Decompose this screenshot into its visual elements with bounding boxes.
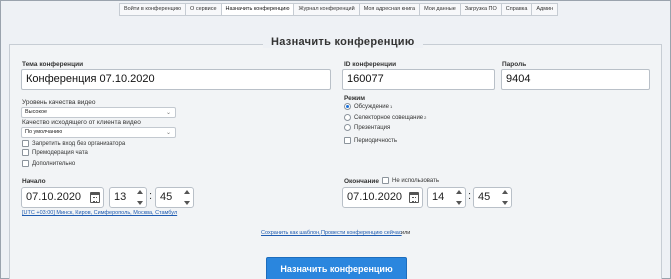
end-label: Окончание (344, 178, 380, 185)
checkbox[interactable] (22, 140, 29, 147)
mode-option-discussion[interactable]: Обсуждение 1 (344, 103, 392, 110)
start-date-value: 07.10.2020 (26, 191, 82, 203)
checkbox[interactable] (22, 160, 29, 167)
topic-input[interactable]: Конференция 07.10.2020 (21, 69, 331, 90)
time-separator: : (149, 190, 153, 202)
mode-label: Режим (344, 95, 366, 102)
client-video-quality-select[interactable]: По умолчанию ⌄ (21, 127, 176, 138)
spinner-icon[interactable] (183, 190, 191, 205)
or-text: или (401, 230, 411, 236)
video-quality-label: Уровень качества видео (22, 99, 96, 106)
tab-schedule[interactable]: Назначить конференцию (220, 3, 294, 16)
top-nav: Войти в конференцию О сервисе Назначить … (119, 3, 559, 16)
start-hour-stepper[interactable]: 13 (109, 187, 147, 208)
end-not-use-option[interactable]: Не использовать (382, 177, 439, 184)
tab-help[interactable]: Справка (500, 3, 532, 16)
tab-about[interactable]: О сервисе (185, 3, 221, 16)
tab-my-data[interactable]: Мои данные (419, 3, 460, 16)
page-title: Назначить конференцию (263, 36, 423, 48)
client-video-quality-value: По умолчанию (25, 129, 63, 135)
end-not-use-label: Не использовать (392, 177, 439, 184)
mode-option-label: Презентация (354, 124, 391, 131)
conference-id-label: ID конференции (344, 61, 397, 68)
additional-label: Дополнительно (32, 160, 76, 167)
start-minute-stepper[interactable]: 45 (155, 187, 194, 208)
mode-option-selector[interactable]: Селекторное совещание 2 (344, 114, 426, 121)
end-minute-stepper[interactable]: 45 (473, 187, 512, 208)
no-organizer-option[interactable]: Запретить вход без организатора (22, 140, 125, 147)
client-video-quality-label: Качество исходящего от клиента видео (22, 119, 141, 126)
video-quality-value: Высокое (25, 109, 48, 115)
calendar-icon[interactable] (90, 192, 100, 203)
tab-admin[interactable]: Админ (531, 3, 559, 16)
additional-option[interactable]: Дополнительно (22, 160, 75, 167)
topic-label: Тема конференции (22, 61, 84, 68)
tab-journal[interactable]: Журнал конференций (293, 3, 359, 16)
mode-option-presentation[interactable]: Презентация (344, 124, 390, 131)
chevron-down-icon: ⌄ (165, 110, 171, 116)
end-date-input[interactable]: 07.10.2020 (342, 187, 423, 208)
schedule-conference-button[interactable]: Назначить конференцию (266, 257, 407, 279)
password-input[interactable]: 9404 (501, 69, 650, 90)
footnote-mark: 1 (389, 104, 393, 109)
checkbox[interactable] (344, 137, 351, 144)
start-hour-value: 13 (114, 191, 127, 203)
radio-button[interactable] (344, 124, 351, 131)
save-template-link[interactable]: Сохранить как шаблон, (261, 230, 321, 236)
radio-button[interactable] (344, 103, 351, 110)
tab-download[interactable]: Загрузка ПО (459, 3, 501, 16)
end-minute-value: 45 (478, 191, 491, 203)
end-date-value: 07.10.2020 (347, 191, 403, 203)
time-separator: : (468, 190, 472, 202)
start-date-input[interactable]: 07.10.2020 (21, 187, 104, 208)
timezone-link[interactable]: [UTC +03:00] Минск, Киров, Симферополь, … (22, 210, 177, 216)
tab-join[interactable]: Войти в конференцию (119, 3, 186, 16)
periodicity-label: Периодичность (354, 137, 398, 144)
spinner-icon[interactable] (455, 190, 463, 205)
chat-moderation-label: Премодерация чата (32, 149, 88, 156)
no-organizer-label: Запретить вход без организатора (32, 140, 126, 147)
footnote-mark: 2 (424, 115, 427, 120)
password-label: Пароль (502, 61, 527, 68)
tab-address-book[interactable]: Моя адресная книга (358, 3, 420, 16)
spinner-icon[interactable] (501, 190, 509, 205)
end-hour-stepper[interactable]: 14 (427, 187, 466, 208)
spinner-icon[interactable] (136, 190, 144, 205)
conference-id-input[interactable]: 160077 (342, 69, 495, 90)
start-minute-value: 45 (160, 191, 173, 203)
run-now-link[interactable]: Провести конференцию сейчас (321, 230, 402, 236)
periodicity-option[interactable]: Периодичность (344, 137, 397, 144)
app-window: Войти в конференцию О сервисе Назначить … (0, 0, 671, 279)
end-hour-value: 14 (432, 191, 445, 203)
start-label: Начало (22, 178, 46, 185)
video-quality-select[interactable]: Высокое ⌄ (21, 107, 176, 118)
checkbox[interactable] (382, 177, 389, 184)
mode-option-label: Селекторное совещание (354, 114, 424, 121)
mode-option-label: Обсуждение (354, 103, 389, 110)
chat-moderation-option[interactable]: Премодерация чата (22, 149, 88, 156)
chevron-down-icon: ⌄ (165, 130, 171, 136)
calendar-icon[interactable] (409, 192, 419, 203)
radio-button[interactable] (344, 114, 351, 121)
checkbox[interactable] (22, 149, 29, 156)
